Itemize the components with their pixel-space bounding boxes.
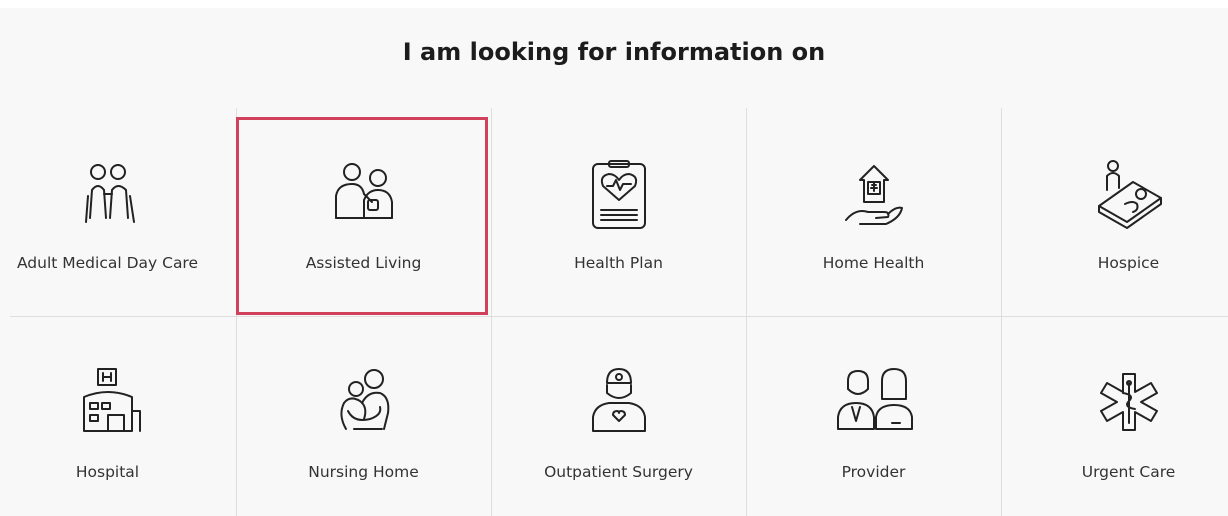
tile-label: Adult Medical Day Care [16, 254, 199, 272]
surgeon-icon [579, 367, 659, 437]
clipboard-heart-icon [579, 160, 659, 230]
tile-label: Provider [841, 463, 906, 481]
house-in-hand-icon [834, 160, 914, 230]
tile-urgent-care[interactable]: Urgent Care [1001, 317, 1228, 516]
star-of-life-icon [1089, 367, 1169, 437]
tile-label: Hospice [1097, 254, 1160, 272]
patient-in-bed-icon [1089, 160, 1169, 230]
tile-label: Outpatient Surgery [544, 463, 693, 481]
tile-nursing-home[interactable]: Nursing Home [236, 317, 491, 516]
embracing-people-icon [324, 367, 404, 437]
elderly-couple-icon [68, 160, 148, 230]
tile-outpatient-surgery[interactable]: Outpatient Surgery [491, 317, 746, 516]
tile-label: Nursing Home [308, 463, 419, 481]
page-heading: I am looking for information on [402, 38, 826, 66]
caregiver-blood-pressure-icon [324, 160, 404, 230]
tile-hospice[interactable]: Hospice [1001, 108, 1228, 316]
tile-home-health[interactable]: Home Health [746, 108, 1001, 316]
tile-adult-medical-day-care[interactable]: Adult Medical Day Care [0, 108, 235, 316]
tile-health-plan[interactable]: Health Plan [491, 108, 746, 316]
tile-label: Urgent Care [1081, 463, 1176, 481]
tile-label: Home Health [822, 254, 925, 272]
tile-label: Hospital [75, 463, 140, 481]
tile-label: Health Plan [574, 254, 663, 272]
tile-label: Assisted Living [305, 254, 422, 272]
tile-assisted-living[interactable]: Assisted Living [236, 108, 491, 316]
tile-provider[interactable]: Provider [746, 317, 1001, 516]
doctors-icon [834, 367, 914, 437]
hospital-building-icon [68, 367, 148, 437]
tile-hospital[interactable]: Hospital [0, 317, 235, 516]
